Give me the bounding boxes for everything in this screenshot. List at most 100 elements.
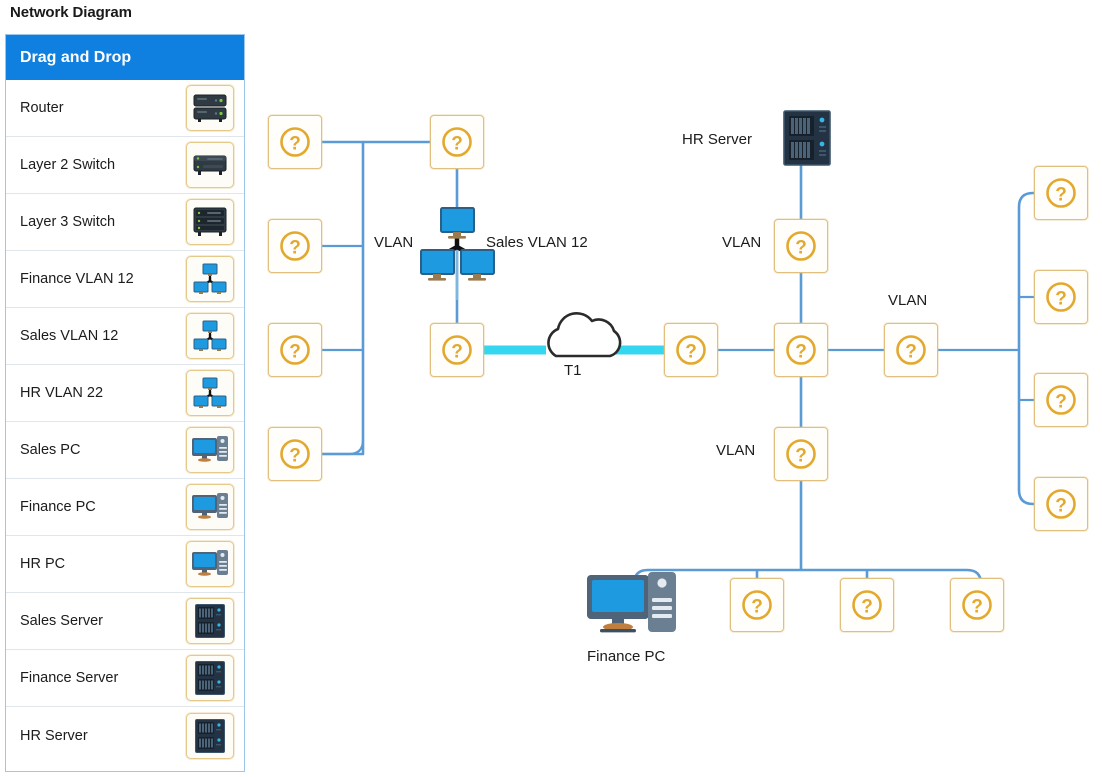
vlan-cluster-icon[interactable] (186, 256, 234, 302)
dz-b3[interactable]: ? (950, 578, 1004, 632)
question-mark-icon: ? (786, 231, 816, 261)
server-rack-icon[interactable] (186, 712, 234, 759)
palette-item-label: Router (20, 100, 64, 116)
label-vlan-right: VLAN (888, 292, 928, 309)
vlan-cluster-icon (420, 207, 495, 281)
svg-text:?: ? (795, 446, 807, 467)
question-mark-icon: ? (962, 590, 992, 620)
svg-text:?: ? (451, 134, 463, 155)
hr-server-label: HR Server (682, 131, 753, 148)
dz-hr[interactable]: ? (774, 219, 828, 273)
dz-b1[interactable]: ? (730, 578, 784, 632)
question-mark-icon: ? (442, 127, 472, 157)
svg-text:?: ? (795, 238, 807, 259)
question-mark-icon: ? (280, 439, 310, 469)
dz-mid-left[interactable]: ? (430, 323, 484, 377)
palette-item-sales-vlan-12[interactable]: Sales VLAN 12 (6, 308, 244, 365)
palette-item-hr-server[interactable]: HR Server (6, 707, 244, 764)
switch-l2-icon[interactable] (186, 142, 234, 188)
label-sales-vlan: Sales VLAN 12 (486, 234, 588, 251)
svg-text:?: ? (1055, 496, 1067, 517)
svg-text:?: ? (685, 342, 697, 363)
device-hr-server[interactable] (783, 110, 831, 166)
palette-item-label: Finance Server (20, 670, 119, 686)
dz-core[interactable]: ? (774, 323, 828, 377)
question-mark-icon: ? (676, 335, 706, 365)
server-rack-icon[interactable] (186, 655, 234, 701)
label-vlan-hr: VLAN (722, 234, 762, 251)
desktop-pc-icon[interactable] (186, 541, 234, 587)
palette-item-router[interactable]: Router (6, 80, 244, 137)
palette-item-label: HR VLAN 22 (20, 385, 104, 401)
palette-item-finance-pc[interactable]: Finance PC (6, 479, 244, 536)
palette-item-label: Layer 3 Switch (20, 214, 116, 230)
question-mark-icon: ? (280, 335, 310, 365)
palette-item-label: Finance VLAN 12 (20, 271, 134, 287)
question-mark-icon: ? (742, 590, 772, 620)
device-sales-vlan-cluster[interactable] (415, 200, 500, 285)
dz-r1[interactable]: ? (1034, 166, 1088, 220)
question-mark-icon: ? (786, 335, 816, 365)
dz-r3[interactable]: ? (1034, 373, 1088, 427)
palette-item-sales-server[interactable]: Sales Server (6, 593, 244, 650)
palette-item-label: HR Server (20, 727, 88, 744)
palette-item-label: Sales PC (20, 442, 81, 458)
connection-wires (293, 140, 1063, 614)
dz-left-4[interactable]: ? (268, 427, 322, 481)
svg-text:?: ? (289, 238, 301, 259)
server-rack-icon[interactable] (186, 598, 234, 644)
desktop-pc-icon (587, 572, 676, 633)
svg-text:?: ? (1055, 185, 1067, 206)
dz-left-2[interactable]: ? (268, 219, 322, 273)
svg-text:?: ? (905, 342, 917, 363)
diagram-canvas[interactable]: ? ? ? ? ? ? ? ? ? ? ? ? ? ? ? ? ? ? VLAN… (250, 0, 1102, 777)
question-mark-icon: ? (896, 335, 926, 365)
desktop-pc-icon[interactable] (186, 427, 234, 473)
svg-text:?: ? (451, 342, 463, 363)
palette-item-label: HR PC (20, 556, 66, 572)
palette-item-label: Finance PC (20, 499, 96, 515)
palette-item-sales-pc[interactable]: Sales PC (6, 422, 244, 479)
question-mark-icon: ? (1046, 282, 1076, 312)
dz-b2[interactable]: ? (840, 578, 894, 632)
palette-item-hr-pc[interactable]: HR PC (6, 536, 244, 593)
network-diagram-page: Network Diagram Drag and Drop Router Lay… (0, 0, 1102, 777)
dz-left-3[interactable]: ? (268, 323, 322, 377)
switch-l3-icon[interactable] (186, 199, 234, 245)
palette-item-finance-server[interactable]: Finance Server (6, 650, 244, 707)
svg-text:?: ? (289, 134, 301, 155)
label-t1: T1 (564, 362, 582, 379)
dz-lower[interactable]: ? (774, 427, 828, 481)
vlan-cluster-icon[interactable] (186, 370, 234, 416)
device-finance-pc[interactable] (586, 570, 679, 638)
finance-pc-label: Finance PC (587, 648, 666, 665)
question-mark-icon: ? (280, 127, 310, 157)
palette-item-finance-vlan-12[interactable]: Finance VLAN 12 (6, 251, 244, 308)
question-mark-icon: ? (280, 231, 310, 261)
palette-item-hr-vlan-22[interactable]: HR VLAN 22 (6, 365, 244, 422)
desktop-pc-icon[interactable] (186, 484, 234, 530)
dz-left-1[interactable]: ? (268, 115, 322, 169)
dz-r2[interactable]: ? (1034, 270, 1088, 324)
vlan-cluster-icon[interactable] (186, 313, 234, 359)
palette-item-layer-3-switch[interactable]: Layer 3 Switch (6, 194, 244, 251)
palette-item-layer-2-switch[interactable]: Layer 2 Switch (6, 137, 244, 194)
svg-text:?: ? (751, 597, 763, 618)
page-title: Network Diagram (10, 4, 132, 21)
question-mark-icon: ? (852, 590, 882, 620)
svg-text:?: ? (971, 597, 983, 618)
palette-item-list: Router Layer 2 Switch Layer 3 Switch Fin… (6, 80, 244, 764)
svg-text:?: ? (1055, 392, 1067, 413)
dz-top-mid[interactable]: ? (430, 115, 484, 169)
svg-text:?: ? (1055, 289, 1067, 310)
dz-wan[interactable]: ? (664, 323, 718, 377)
question-mark-icon: ? (1046, 385, 1076, 415)
palette-item-label: Layer 2 Switch (20, 157, 116, 173)
router-icon[interactable] (186, 85, 234, 131)
dz-right-hub[interactable]: ? (884, 323, 938, 377)
palette-item-label: Sales VLAN 12 (20, 328, 119, 344)
label-vlan-sales: VLAN (374, 234, 414, 251)
svg-text:?: ? (795, 342, 807, 363)
dz-r4[interactable]: ? (1034, 477, 1088, 531)
drag-and-drop-palette: Drag and Drop Router Layer 2 Switch Laye… (5, 34, 245, 772)
